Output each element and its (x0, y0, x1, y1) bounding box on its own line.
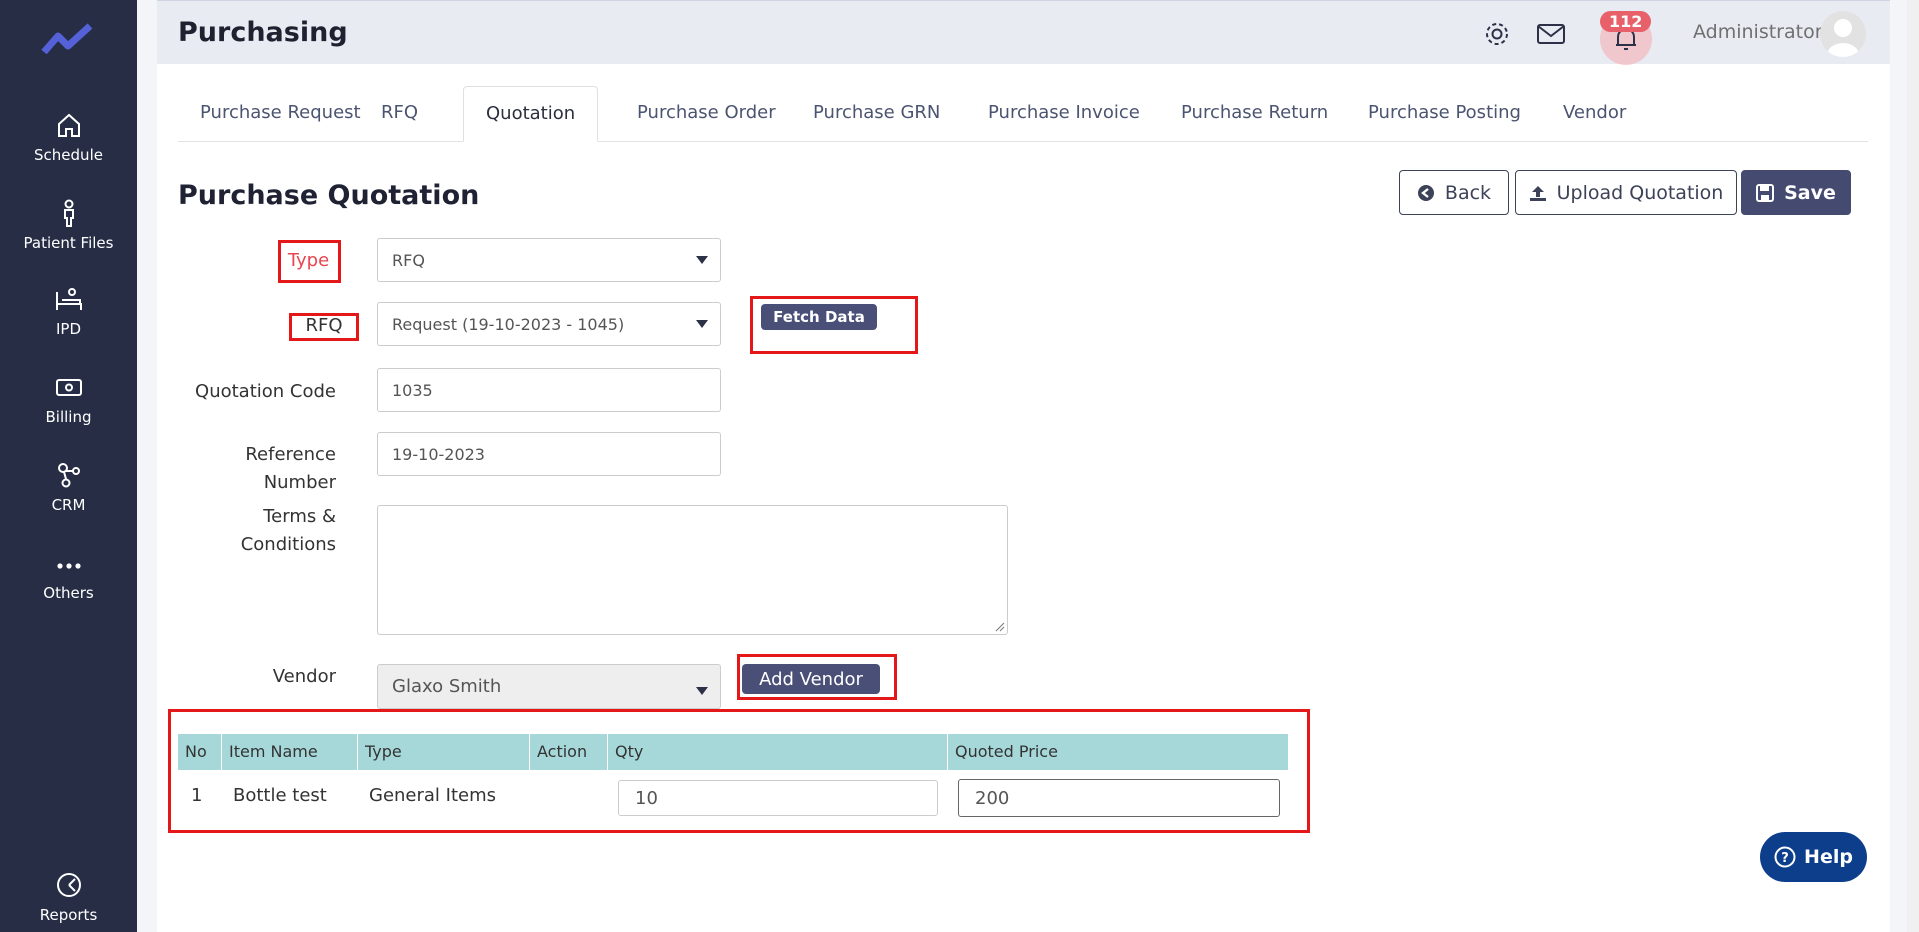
cell-item-name: Bottle test (233, 785, 327, 806)
more-icon (56, 563, 81, 569)
quotation-code-value: 1035 (392, 380, 433, 400)
notification-badge[interactable]: 112 (1600, 11, 1652, 32)
rfq-select[interactable]: Request (19-10-2023 - 1045) (377, 302, 721, 346)
bed-icon (55, 288, 82, 310)
tab-purchase-return[interactable]: Purchase Return (1159, 86, 1350, 142)
page-title: Purchase Quotation (178, 180, 480, 211)
rfq-label: RFQ (305, 315, 343, 336)
fetch-data-button[interactable]: Fetch Data (761, 304, 877, 330)
type-value: RFQ (392, 250, 425, 270)
sidebar-item-others[interactable]: Others (0, 548, 137, 602)
sidebar-item-label: Patient Files (23, 234, 114, 252)
type-select[interactable]: RFQ (377, 238, 721, 282)
network-icon (57, 463, 80, 488)
quotation-code-input[interactable]: 1035 (377, 368, 721, 412)
sidebar-item-label: Reports (39, 906, 98, 924)
terms-label-line1: Terms & (263, 506, 336, 527)
save-button[interactable]: Save (1741, 170, 1851, 215)
question-icon: ? (1774, 846, 1796, 868)
sidebar-item-crm[interactable]: CRM (0, 460, 137, 514)
help-button[interactable]: ? Help (1760, 832, 1867, 882)
quotation-code-label: Quotation Code (195, 381, 336, 402)
vendor-value: Glaxo Smith (392, 676, 502, 697)
terms-textarea[interactable] (377, 505, 1008, 635)
sidebar-item-label: CRM (51, 496, 86, 514)
reference-label-line2: Number (263, 472, 336, 493)
user-name[interactable]: Administrator (1693, 21, 1823, 43)
tab-vendor[interactable]: Vendor (1541, 86, 1648, 142)
vendor-select[interactable]: Glaxo Smith (377, 664, 721, 709)
tab-rfq[interactable]: RFQ (359, 86, 440, 142)
sidebar-item-label: Schedule (34, 146, 103, 164)
top-header: Purchasing 112 Administrator (157, 0, 1890, 65)
chevron-down-icon (696, 686, 708, 695)
home-icon (57, 113, 80, 137)
tab-purchase-grn[interactable]: Purchase GRN (791, 86, 962, 142)
reference-number-value: 19-10-2023 (392, 444, 485, 464)
cell-no: 1 (191, 785, 203, 806)
qty-value: 10 (635, 787, 658, 809)
back-button[interactable]: Back (1399, 170, 1509, 215)
sidebar-item-schedule[interactable]: Schedule (0, 110, 137, 164)
tab-bar: Purchase Request RFQ Quotation Purchase … (178, 86, 1868, 142)
save-icon (1756, 183, 1775, 202)
tab-purchase-invoice[interactable]: Purchase Invoice (966, 86, 1162, 142)
sidebar-item-ipd[interactable]: IPD (0, 284, 137, 338)
reference-number-input[interactable]: 19-10-2023 (377, 432, 721, 476)
sidebar-item-label: Others (43, 584, 94, 602)
terms-label-line2: Conditions (240, 534, 336, 555)
col-header-quoted-price: Quoted Price (955, 742, 1058, 761)
col-header-type: Type (358, 734, 530, 770)
quoted-price-value: 200 (975, 787, 1010, 809)
back-label: Back (1444, 181, 1492, 204)
avatar[interactable] (1820, 11, 1866, 57)
tab-purchase-order[interactable]: Purchase Order (615, 86, 798, 142)
resize-handle-icon[interactable] (995, 622, 1005, 632)
page-scrollbar[interactable] (1907, 0, 1919, 932)
upload-quotation-button[interactable]: Upload Quotation (1515, 170, 1737, 215)
col-header-no: No (178, 734, 222, 770)
tab-purchase-posting[interactable]: Purchase Posting (1346, 86, 1543, 142)
chevron-down-icon (696, 320, 708, 328)
pie-icon (56, 873, 81, 897)
save-label: Save (1784, 181, 1836, 204)
reference-label-line1: Reference (245, 444, 336, 465)
sidebar-item-billing[interactable]: Billing (0, 372, 137, 426)
logo-icon[interactable] (40, 22, 94, 58)
tab-quotation[interactable]: Quotation (463, 86, 599, 142)
tab-purchase-request[interactable]: Purchase Request (178, 86, 383, 142)
person-icon (63, 199, 74, 227)
col-header-action: Action (530, 734, 608, 770)
main-panel: Purchasing 112 Administrator Purchase Re… (157, 0, 1890, 932)
gear-icon[interactable] (1482, 19, 1512, 49)
cash-icon (55, 379, 82, 396)
sidebar-item-label: Billing (45, 408, 92, 426)
sidebar: Schedule Patient Files IPD Billing CRM O… (0, 0, 137, 932)
items-table-header: No Item Name Type Action Qty Quoted Pric… (178, 734, 1288, 770)
sidebar-item-patient-files[interactable]: Patient Files (0, 198, 137, 252)
qty-input[interactable]: 10 (618, 780, 938, 816)
mail-icon[interactable] (1536, 19, 1566, 49)
page-header-title: Purchasing (178, 17, 348, 48)
type-label: Type (287, 250, 330, 271)
back-arrow-icon (1417, 184, 1434, 201)
sidebar-item-reports[interactable]: Reports (0, 870, 137, 924)
upload-label: Upload Quotation (1556, 181, 1724, 204)
upload-icon (1529, 185, 1546, 201)
rfq-value: Request (19-10-2023 - 1045) (392, 314, 625, 334)
svg-text:?: ? (1781, 851, 1789, 866)
cell-type: General Items (369, 785, 497, 806)
vendor-label: Vendor (272, 666, 336, 687)
sidebar-item-label: IPD (55, 320, 82, 338)
help-label: Help (1804, 846, 1853, 868)
quoted-price-input[interactable]: 200 (958, 779, 1280, 817)
chevron-down-icon (696, 256, 708, 264)
col-header-qty: Qty (608, 734, 948, 770)
col-header-item-name: Item Name (222, 734, 358, 770)
add-vendor-button[interactable]: Add Vendor (742, 664, 880, 694)
